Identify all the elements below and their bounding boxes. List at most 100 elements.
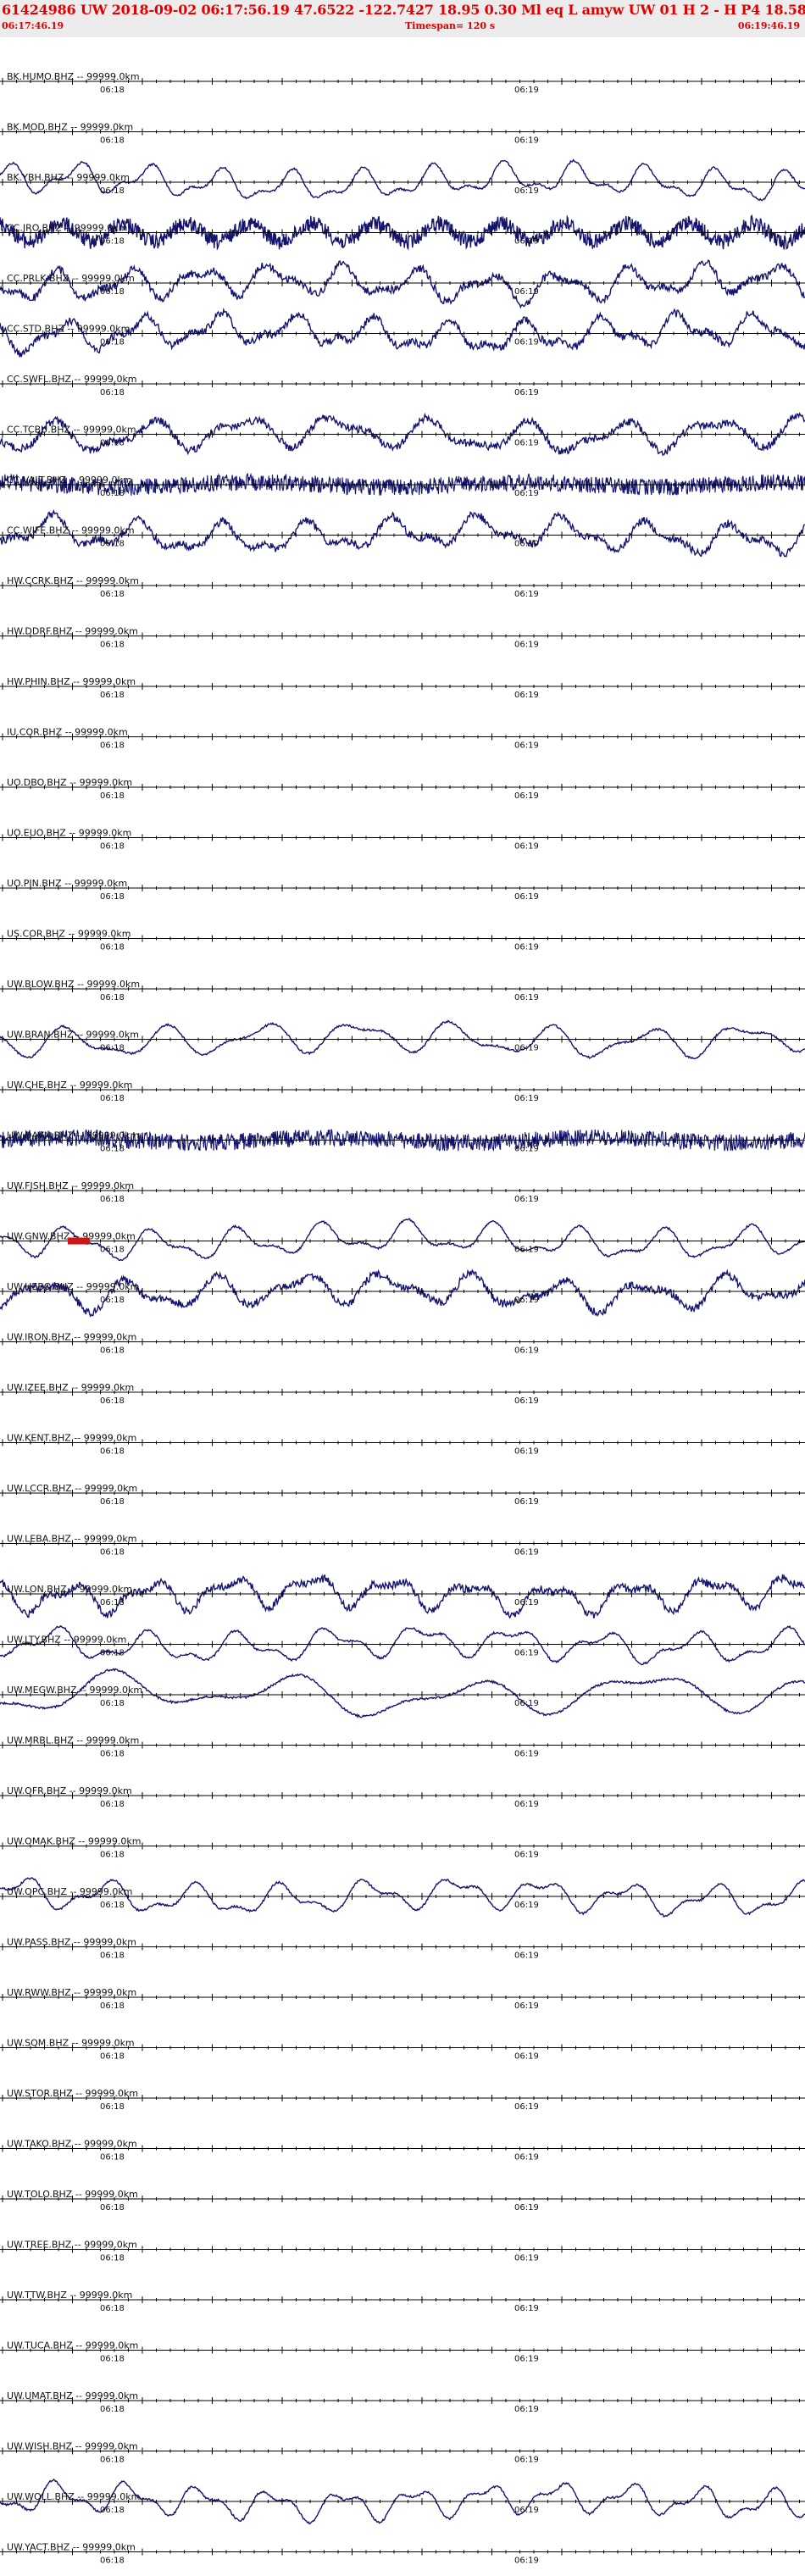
tick-label-0618: 06:18	[100, 1598, 125, 1607]
tick-label-0619: 06:19	[514, 2355, 539, 2364]
tick-label-0618: 06:18	[100, 741, 125, 751]
tick-label-0618: 06:18	[100, 1548, 125, 1557]
channel-label: UW.IRON.BHZ -- 99999.0km	[7, 1332, 136, 1343]
channel-label: UW.TAKO.BHZ -- 99999.0km	[7, 2139, 137, 2150]
tick-label-0618: 06:18	[100, 2355, 125, 2364]
tick-label-0619: 06:19	[514, 1548, 539, 1557]
channel-label: UW.BLOW.BHZ -- 99999.0km	[7, 979, 140, 990]
tick-label-0618: 06:18	[100, 1699, 125, 1708]
channel-label: BK.MOD.BHZ -- 99999.0km	[7, 122, 133, 133]
tick-label-0618: 06:18	[100, 842, 125, 852]
tick-label-0618: 06:18	[100, 136, 125, 146]
tick-label-0619: 06:19	[514, 842, 539, 852]
tick-label-0619: 06:19	[514, 1396, 539, 1406]
channel-label: BK.YBH.BHZ -- 99999.0km	[7, 172, 130, 183]
tick-label-0618: 06:18	[100, 791, 125, 801]
tick-label-0619: 06:19	[514, 943, 539, 952]
tick-label-0618: 06:18	[100, 2456, 125, 2465]
seismic-trace	[0, 1574, 805, 1619]
channel-label: CC.WIFE.BHZ -- 99999.0km	[7, 525, 135, 536]
tick-label-0619: 06:19	[514, 2557, 539, 2566]
channel-label: UW.RWW.BHZ -- 99999.0km	[7, 1987, 136, 1998]
tick-label-0618: 06:18	[100, 1246, 125, 1255]
tick-label-0619: 06:19	[514, 1649, 539, 1658]
seismic-trace	[0, 1269, 805, 1318]
tick-label-0619: 06:19	[514, 489, 539, 498]
tick-label-0618: 06:18	[100, 388, 125, 397]
tick-label-0619: 06:19	[514, 641, 539, 650]
channel-label: UW.YACT.BHZ -- 99999.0km	[7, 2542, 136, 2553]
channel-label: UW.TOLO.BHZ -- 99999.0km	[7, 2189, 138, 2200]
channel-label: UW.PASS.BHZ -- 99999.0km	[7, 1937, 136, 1948]
channel-label: UW.SQM.BHZ -- 99999.0km	[7, 2038, 135, 2049]
tick-label-0619: 06:19	[514, 2203, 539, 2212]
channel-label: UW.WOLL.BHZ -- 99999.0km	[7, 2491, 140, 2502]
tick-label-0619: 06:19	[514, 2304, 539, 2313]
channel-label: UW.LEBA.BHZ -- 99999.0km	[7, 1534, 136, 1545]
tick-label-0619: 06:19	[514, 1699, 539, 1708]
tick-label-0618: 06:18	[100, 2153, 125, 2162]
channel-label: UW.TUCA.BHZ -- 99999.0km	[7, 2340, 138, 2351]
tick-label-0618: 06:18	[100, 2102, 125, 2112]
tick-label-0619: 06:19	[514, 892, 539, 902]
channel-label: IU.COR.BHZ -- 99999.0km	[7, 727, 128, 738]
tick-label-0619: 06:19	[514, 1246, 539, 1255]
channel-label: CC.SWFL.BHZ -- 99999.0km	[7, 374, 137, 385]
tick-label-0618: 06:18	[100, 892, 125, 902]
channel-label: CC.PRLK.BHZ -- 99999.0km	[7, 273, 135, 284]
tick-label-0618: 06:18	[100, 338, 125, 347]
tick-label-0618: 06:18	[100, 1497, 125, 1507]
tick-label-0618: 06:18	[100, 1195, 125, 1204]
channel-label: US.COR.BHZ -- 99999.0km	[7, 929, 130, 940]
tick-label-0619: 06:19	[514, 186, 539, 196]
tick-label-0619: 06:19	[514, 1851, 539, 1860]
channel-label: UW.OMAK.BHZ -- 99999.0km	[7, 1836, 141, 1847]
tick-label-0619: 06:19	[514, 2102, 539, 2112]
tick-label-0619: 06:19	[514, 1901, 539, 1910]
tick-label-0619: 06:19	[514, 136, 539, 146]
channel-label: UW.DAVN.BHZ -- 99999.0km	[7, 1130, 139, 1141]
tick-label-0619: 06:19	[514, 1044, 539, 1053]
channel-label: CC.VALT.BHZ -- 99999.0km	[7, 475, 132, 486]
channel-label: UW.HEBO.BHZ -- 99999.0km	[7, 1281, 139, 1292]
tick-label-0619: 06:19	[514, 741, 539, 751]
tick-label-0618: 06:18	[100, 2254, 125, 2263]
tick-label-0618: 06:18	[100, 287, 125, 297]
tick-label-0618: 06:18	[100, 590, 125, 599]
tick-label-0619: 06:19	[514, 1951, 539, 1961]
tick-label-0618: 06:18	[100, 1447, 125, 1457]
seismogram-panel: 06:18 06:19 BK.HUMO.BHZ -- 99999.0km 06:18 0…	[0, 71, 805, 2566]
channel-label: HW.PHIN.BHZ -- 99999.0km	[7, 676, 136, 687]
channel-label: UW.KENT.BHZ -- 99999.0km	[7, 1433, 136, 1444]
phase-pick-marker[interactable]	[68, 1237, 90, 1245]
tick-label-0618: 06:18	[100, 2506, 125, 2515]
channel-label: UW.OPC.BHZ -- 99999.0km	[7, 1886, 133, 1897]
channel-label: UW.FISH.BHZ -- 99999.0km	[7, 1180, 134, 1191]
tick-label-0618: 06:18	[100, 2304, 125, 2313]
tick-label-0618: 06:18	[100, 237, 125, 247]
channel-label: HW.CCRK.BHZ -- 99999.0km	[7, 575, 139, 586]
tick-label-0618: 06:18	[100, 489, 125, 498]
channel-label: CC.JRO.BHZ -- 99999.0km	[7, 223, 127, 234]
channel-label: UW.MRBL.BHZ -- 99999.0km	[7, 1735, 139, 1746]
tick-label-0619: 06:19	[514, 2506, 539, 2515]
tick-label-0619: 06:19	[514, 2052, 539, 2062]
channel-label: UW.CHE.BHZ -- 99999.0km	[7, 1080, 132, 1091]
tick-label-0619: 06:19	[514, 1296, 539, 1305]
tick-label-0618: 06:18	[100, 2405, 125, 2414]
tick-label-0618: 06:18	[100, 1750, 125, 1759]
tick-label-0618: 06:18	[100, 1044, 125, 1053]
tick-label-0618: 06:18	[100, 1296, 125, 1305]
tick-label-0618: 06:18	[100, 2557, 125, 2566]
channel-label: UW.UMAT.BHZ -- 99999.0km	[7, 2390, 138, 2401]
tick-label-0619: 06:19	[514, 86, 539, 95]
channel-label: HW.DDRF.BHZ -- 99999.0km	[7, 626, 138, 637]
tick-label-0619: 06:19	[514, 439, 539, 448]
tick-label-0619: 06:19	[514, 2254, 539, 2263]
tick-label-0619: 06:19	[514, 1497, 539, 1507]
channel-label: UW.STOR.BHZ -- 99999.0km	[7, 2088, 138, 2099]
channel-label: BK.HUMO.BHZ -- 99999.0km	[7, 71, 140, 82]
tick-label-0618: 06:18	[100, 540, 125, 549]
channel-label: CC.TCBU.BHZ -- 99999.0km	[7, 425, 136, 436]
tick-label-0619: 06:19	[514, 388, 539, 397]
